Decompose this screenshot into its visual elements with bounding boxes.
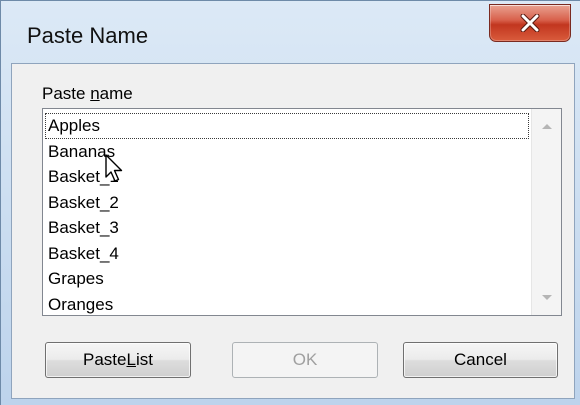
close-icon: [520, 14, 540, 32]
close-button[interactable]: [489, 4, 571, 42]
paste-list-label-prefix: Paste: [83, 350, 127, 369]
list-item[interactable]: Basket_1: [45, 164, 529, 190]
paste-list-label-mnemonic: L: [126, 350, 136, 369]
list-item[interactable]: Oranges: [45, 292, 529, 316]
list-item[interactable]: Grapes: [45, 266, 529, 292]
list-item[interactable]: Basket_2: [45, 190, 529, 216]
names-list: Apples Bananas Basket_1 Basket_2 Basket_…: [45, 113, 529, 316]
dialog-title: Paste Name: [27, 23, 149, 48]
paste-name-label-suffix: ame: [99, 84, 133, 103]
vertical-scrollbar[interactable]: [531, 109, 561, 315]
paste-name-dialog: Paste Name Paste name Apples Bananas Bas…: [0, 0, 580, 405]
scroll-down-button[interactable]: [532, 285, 561, 311]
paste-list-button[interactable]: Paste List: [45, 342, 191, 378]
list-item[interactable]: Basket_4: [45, 241, 529, 267]
list-item[interactable]: Bananas: [45, 139, 529, 165]
paste-name-label-mnemonic: n: [90, 84, 100, 103]
list-item[interactable]: Apples: [45, 113, 529, 139]
dialog-body: Paste name Apples Bananas Basket_1 Baske…: [11, 63, 575, 399]
scroll-up-arrow-icon: [541, 117, 553, 135]
title-bar[interactable]: Paste Name: [1, 1, 580, 63]
names-listbox[interactable]: Apples Bananas Basket_1 Basket_2 Basket_…: [42, 108, 562, 316]
list-item[interactable]: Basket_3: [45, 215, 529, 241]
paste-list-label-suffix: ist: [135, 350, 153, 369]
scroll-down-arrow-icon: [541, 289, 553, 307]
paste-name-label-prefix: Paste: [42, 84, 91, 103]
paste-name-label: Paste name: [42, 84, 133, 104]
cancel-button[interactable]: Cancel: [403, 342, 558, 378]
ok-button[interactable]: OK: [232, 342, 378, 378]
scroll-up-button[interactable]: [532, 113, 561, 139]
